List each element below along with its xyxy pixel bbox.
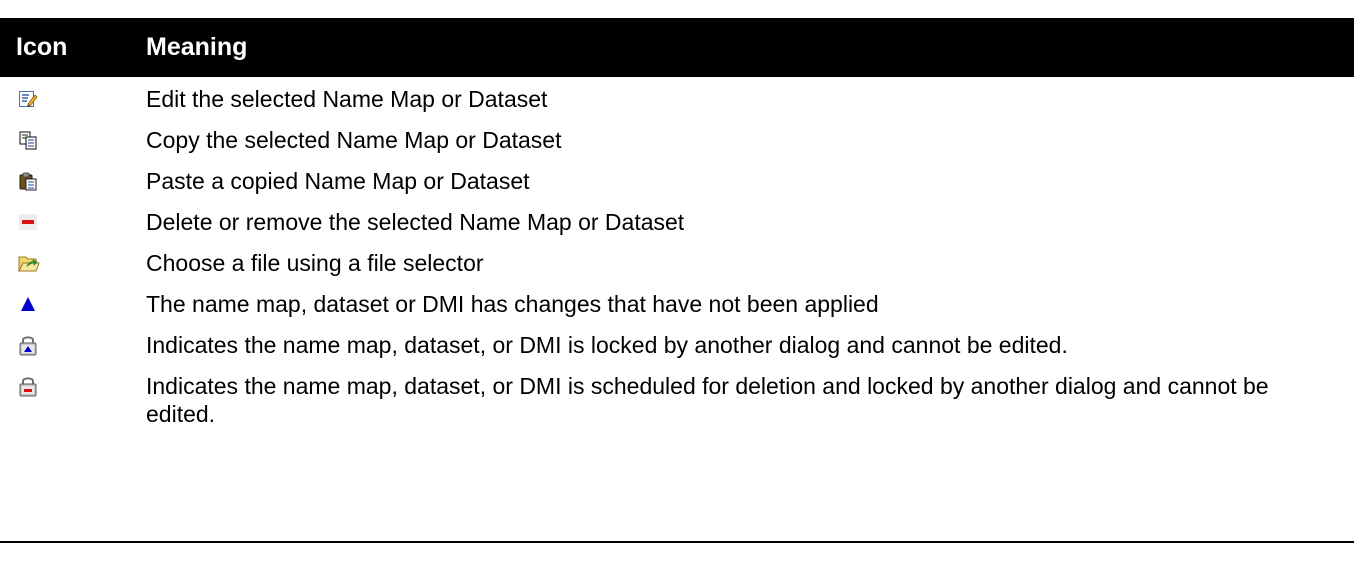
table-row: Edit the selected Name Map or Dataset [0, 85, 1354, 113]
table-row: Paste a copied Name Map or Dataset [0, 167, 1354, 195]
row-meaning: Choose a file using a file selector [146, 250, 484, 276]
table-row: Delete or remove the selected Name Map o… [0, 208, 1354, 236]
table-header: Icon Meaning [0, 18, 1354, 77]
paste-icon [0, 167, 146, 195]
copy-icon [0, 126, 146, 154]
open-folder-icon [0, 249, 146, 277]
table-row: Indicates the name map, dataset, or DMI … [0, 372, 1354, 428]
delete-icon [0, 208, 146, 236]
bottom-divider [0, 541, 1354, 543]
locked-delete-icon [0, 372, 146, 400]
edit-icon [0, 85, 146, 113]
table-row: The name map, dataset or DMI has changes… [0, 290, 1354, 318]
table-row: Copy the selected Name Map or Dataset [0, 126, 1354, 154]
changes-pending-triangle-icon [0, 290, 146, 318]
icon-legend-table: Icon Meaning Edit the selected Name Map … [0, 18, 1354, 428]
table-row: Indicates the name map, dataset, or DMI … [0, 331, 1354, 359]
row-meaning: Copy the selected Name Map or Dataset [146, 127, 562, 153]
row-meaning: Paste a copied Name Map or Dataset [146, 168, 530, 194]
row-meaning: The name map, dataset or DMI has changes… [146, 291, 879, 317]
row-meaning: Delete or remove the selected Name Map o… [146, 209, 685, 235]
header-icon: Icon [16, 33, 68, 61]
row-meaning: Edit the selected Name Map or Dataset [146, 86, 548, 112]
row-meaning: Indicates the name map, dataset, or DMI … [146, 332, 1068, 358]
row-meaning: Indicates the name map, dataset, or DMI … [146, 373, 1269, 427]
table-row: Choose a file using a file selector [0, 249, 1354, 277]
locked-icon [0, 331, 146, 359]
header-meaning: Meaning [146, 33, 248, 61]
